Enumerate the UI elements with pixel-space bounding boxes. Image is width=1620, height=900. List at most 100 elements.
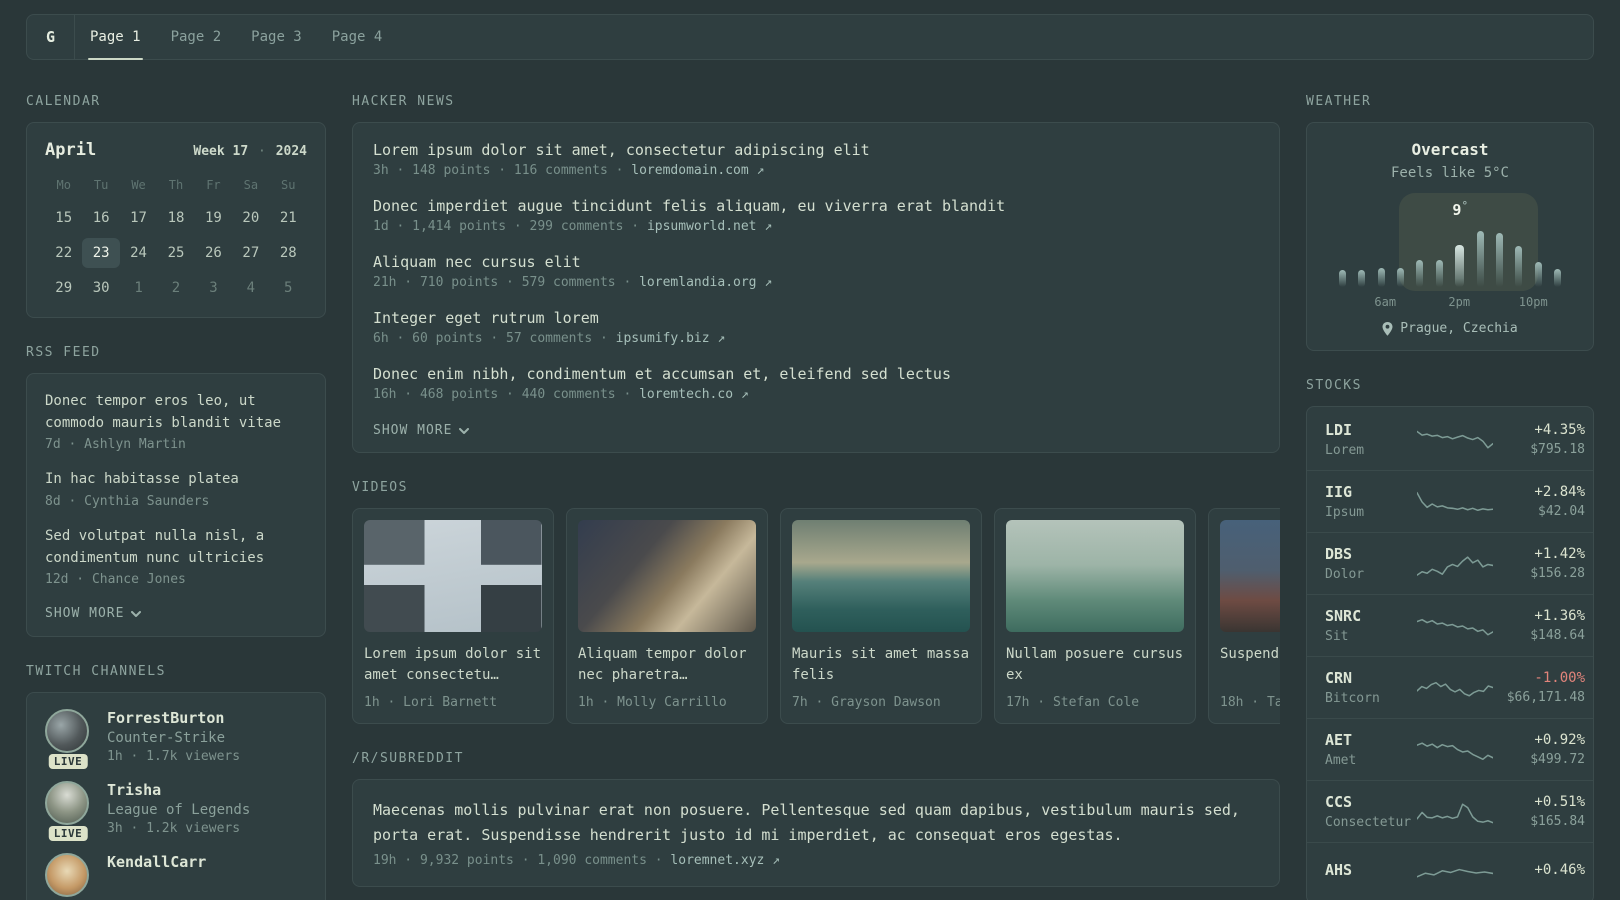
reddit-domain-link[interactable]: loremnet.xyz ↗ bbox=[670, 853, 780, 868]
weather-section: WEATHER Overcast Feels like 5°C 9° 6am 2p… bbox=[1306, 94, 1594, 351]
video-card[interactable]: Lorem ipsum dolor sit amet consectetu… 1… bbox=[352, 508, 554, 724]
reddit-post-title[interactable]: Maecenas mollis pulvinar erat non posuer… bbox=[373, 798, 1259, 848]
calendar-day: 30 bbox=[92, 280, 110, 296]
location-pin-icon bbox=[1382, 321, 1393, 336]
video-card[interactable]: Nullam posuere cursus ex 17h · Stefan Co… bbox=[994, 508, 1196, 724]
weather-bar bbox=[1534, 262, 1542, 287]
hn-item-title[interactable]: Donec imperdiet augue tincidunt felis al… bbox=[373, 197, 1259, 215]
hn-item-title[interactable]: Donec enim nibh, condimentum et accumsan… bbox=[373, 365, 1259, 383]
channel-name[interactable]: KendallCarr bbox=[107, 853, 206, 871]
chevron-down-icon bbox=[459, 427, 470, 434]
calendar-section: CALENDAR April Week 17 · 2024 Mo Tu We Th Fr… bbox=[26, 94, 326, 318]
video-card[interactable]: Suspendisse diam 18h · Tara bbox=[1208, 508, 1280, 724]
hn-item-meta: 21h · 710 points · 579 comments · loreml… bbox=[373, 275, 1259, 290]
weather-bar bbox=[1515, 246, 1523, 287]
weather-bar bbox=[1397, 267, 1405, 287]
calendar-year: 2024 bbox=[275, 144, 307, 159]
calendar-weekday: Mo bbox=[56, 178, 71, 192]
hn-item: Lorem ipsum dolor sit amet, consectetur … bbox=[373, 141, 1259, 178]
reddit-meta-text: 19h · 9,932 points · 1,090 comments · bbox=[373, 852, 671, 868]
video-meta: 1h · Lori Barnett bbox=[364, 695, 498, 710]
channel-name[interactable]: Trisha bbox=[107, 781, 250, 799]
hn-domain-link[interactable]: loremlandia.org ↗ bbox=[639, 275, 772, 290]
live-badge: LIVE bbox=[48, 826, 88, 842]
hn-domain-link[interactable]: ipsumify.biz ↗ bbox=[616, 331, 726, 346]
calendar-section-title: CALENDAR bbox=[26, 94, 101, 109]
calendar-weekday: We bbox=[131, 178, 146, 192]
right-column: WEATHER Overcast Feels like 5°C 9° 6am 2p… bbox=[1306, 94, 1594, 900]
twitch-section-title: TWITCH CHANNELS bbox=[26, 664, 166, 680]
video-thumbnail[interactable] bbox=[792, 520, 970, 632]
video-meta: 18h · Tara bbox=[1220, 695, 1280, 710]
twitch-channel[interactable]: KendallCarr bbox=[45, 853, 307, 898]
rss-item: Donec tempor eros leo, ut commodo mauris… bbox=[45, 391, 307, 452]
hn-item-meta: 6h · 60 points · 57 comments · ipsumify.… bbox=[373, 331, 1259, 346]
twitch-channel[interactable]: LIVE Trisha League of Legends 3h · 1.2k … bbox=[45, 781, 307, 842]
weather-location[interactable]: Prague, Czechia bbox=[1323, 321, 1577, 336]
tab-page-1[interactable]: Page 1 bbox=[75, 15, 156, 60]
stock-ticker[interactable]: CRN bbox=[1325, 669, 1417, 687]
weather-bars bbox=[1339, 225, 1561, 287]
weather-x-label: 10pm bbox=[1518, 295, 1548, 309]
channel-name[interactable]: ForrestBurton bbox=[107, 709, 240, 727]
video-title[interactable]: Lorem ipsum dolor sit amet consectetu… bbox=[364, 644, 542, 688]
video-title[interactable]: Mauris sit amet massa felis bbox=[792, 644, 970, 688]
calendar-day: 22 bbox=[55, 245, 73, 261]
tab-page-4[interactable]: Page 4 bbox=[317, 15, 398, 59]
stock-sparkline bbox=[1417, 855, 1493, 889]
rss-show-more-button[interactable]: SHOW MORE bbox=[45, 606, 142, 621]
video-meta: 7h · Grayson Dawson bbox=[792, 695, 941, 710]
twitch-channel[interactable]: LIVE ForrestBurton Counter-Strike 1h · 1… bbox=[45, 709, 307, 770]
video-thumbnail[interactable] bbox=[578, 520, 756, 632]
stock-ticker[interactable]: AET bbox=[1325, 731, 1417, 749]
hn-item-title[interactable]: Integer eget rutrum lorem bbox=[373, 309, 1259, 327]
calendar-widget: April Week 17 · 2024 Mo Tu We Th Fr Sa Su 15 16 1… bbox=[26, 122, 326, 318]
rss-item-meta: 8d · Cynthia Saunders bbox=[45, 494, 210, 510]
stocks-section: STOCKS LDI Lorem +4.35% $795.18 IIG Ipsum +… bbox=[1306, 378, 1594, 900]
weather-widget: Overcast Feels like 5°C 9° 6am 2pm 10pm Pr… bbox=[1306, 122, 1594, 351]
hn-item-meta: 1d · 1,414 points · 299 comments · ipsum… bbox=[373, 219, 1259, 234]
rss-item-title[interactable]: Sed volutpat nulla nisl, a condimentum n… bbox=[45, 526, 307, 569]
rss-item: In hac habitasse platea 8d · Cynthia Sau… bbox=[45, 469, 307, 509]
weather-bar bbox=[1495, 233, 1503, 287]
tab-page-3[interactable]: Page 3 bbox=[236, 15, 317, 59]
weather-location-label: Prague, Czechia bbox=[1400, 321, 1518, 336]
app-logo[interactable]: G bbox=[27, 15, 75, 59]
hn-item: Integer eget rutrum lorem 6h · 60 points… bbox=[373, 309, 1259, 346]
video-card[interactable]: Mauris sit amet massa felis 7h · Grayson… bbox=[780, 508, 982, 724]
rss-item-meta: 12d · Chance Jones bbox=[45, 572, 186, 588]
weather-bar bbox=[1435, 259, 1443, 287]
rss-item-title[interactable]: In hac habitasse platea bbox=[45, 469, 307, 491]
hn-domain-link[interactable]: loremdomain.com ↗ bbox=[631, 163, 764, 178]
video-card[interactable]: Aliquam tempor dolor nec pharetra… 1h · … bbox=[566, 508, 768, 724]
calendar-day: 1 bbox=[134, 280, 143, 296]
stock-sparkline bbox=[1417, 547, 1493, 581]
stock-ticker[interactable]: IIG bbox=[1325, 483, 1417, 501]
stock-ticker[interactable]: SNRC bbox=[1325, 607, 1417, 625]
hn-item-title[interactable]: Aliquam nec cursus elit bbox=[373, 253, 1259, 271]
hn-domain: loremdomain.com bbox=[631, 163, 749, 178]
hn-item: Donec imperdiet augue tincidunt felis al… bbox=[373, 197, 1259, 234]
stock-row: SNRC Sit +1.36% $148.64 bbox=[1307, 594, 1593, 656]
tab-page-2[interactable]: Page 2 bbox=[156, 15, 237, 59]
hn-show-more-button[interactable]: SHOW MORE bbox=[373, 423, 470, 438]
rss-item-title[interactable]: Donec tempor eros leo, ut commodo mauris… bbox=[45, 391, 307, 434]
video-thumbnail[interactable] bbox=[1006, 520, 1184, 632]
stock-ticker[interactable]: LDI bbox=[1325, 421, 1417, 439]
video-thumbnail[interactable] bbox=[364, 520, 542, 632]
channel-meta: 3h · 1.2k viewers bbox=[107, 821, 241, 837]
stock-ticker[interactable]: DBS bbox=[1325, 545, 1417, 563]
stock-price: $165.84 bbox=[1530, 814, 1585, 829]
stock-ticker[interactable]: CCS bbox=[1325, 793, 1417, 811]
stock-ticker[interactable]: AHS bbox=[1325, 861, 1417, 879]
hn-domain-link[interactable]: ipsumworld.net ↗ bbox=[647, 219, 772, 234]
video-title[interactable]: Nullam posuere cursus ex bbox=[1006, 644, 1184, 688]
stock-name: Dolor bbox=[1325, 567, 1365, 582]
video-title[interactable]: Suspendisse diam bbox=[1220, 644, 1280, 688]
hn-item-title[interactable]: Lorem ipsum dolor sit amet, consectetur … bbox=[373, 141, 1259, 159]
hn-domain-link[interactable]: loremtech.co ↗ bbox=[639, 387, 749, 402]
video-thumbnail[interactable] bbox=[1220, 520, 1280, 632]
calendar-day: 18 bbox=[167, 210, 185, 226]
stock-change: +2.84% bbox=[1534, 484, 1585, 500]
video-title[interactable]: Aliquam tempor dolor nec pharetra… bbox=[578, 644, 756, 688]
